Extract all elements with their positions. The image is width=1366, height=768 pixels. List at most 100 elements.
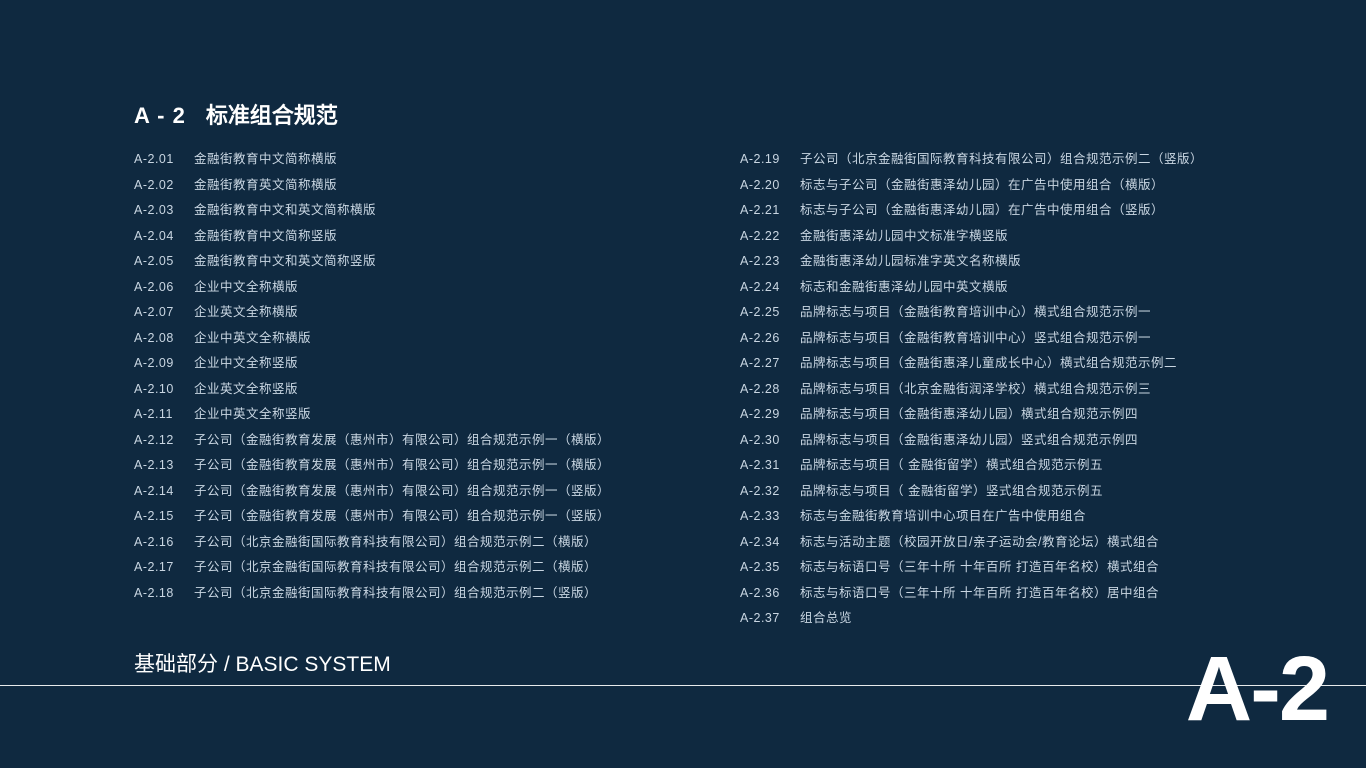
toc-row-number: A-2.02 [134, 178, 180, 192]
toc-row-number: A-2.27 [740, 356, 786, 370]
toc-row-title: 标志与金融街教育培训中心项目在广告中使用组合 [800, 505, 1086, 524]
toc-row: A-2.18 子公司（北京金融街国际教育科技有限公司）组合规范示例二（竖版） [134, 582, 700, 608]
toc-row-title: 品牌标志与项目（金融街惠泽幼儿园）竖式组合规范示例四 [800, 429, 1138, 448]
toc-row-title: 企业中英文全称横版 [194, 327, 311, 346]
toc-column-left: A-2.01金融街教育中文简称横版 A-2.02 金融街教育英文简称横版 A-2.03… [134, 148, 740, 628]
toc-row-number: A-2.20 [740, 178, 786, 192]
toc-row-number: A-2.13 [134, 458, 180, 472]
toc-row: A-2.02 金融街教育英文简称横版 [134, 174, 700, 200]
toc-row-title: 品牌标志与项目（北京金融街润泽学校）横式组合规范示例三 [800, 378, 1151, 397]
toc-row-title: 金融街教育中文和英文简称竖版 [194, 250, 376, 269]
toc-row: A-2.37组合总览 [740, 607, 1306, 633]
section-heading: A - 2 标准组合规范 [134, 98, 338, 130]
toc-row-number: A-2.08 [134, 331, 180, 345]
toc-row-title: 品牌标志与项目（金融街惠泽幼儿园）横式组合规范示例四 [800, 403, 1138, 422]
toc-row-title: 标志和金融街惠泽幼儿园中英文横版 [800, 276, 1008, 295]
toc-row-number: A-2.15 [134, 509, 180, 523]
toc-row-title: 子公司（金融街教育发展（惠州市）有限公司）组合规范示例一（竖版） [194, 505, 610, 524]
toc-row-number: A-2.09 [134, 356, 180, 370]
toc-row: A-2.32品牌标志与项目（ 金融街留学）竖式组合规范示例五 [740, 480, 1306, 506]
toc-row-number: A-2.26 [740, 331, 786, 345]
footer-big-code: A-2 [1186, 650, 1328, 728]
toc-row: A-2.36标志与标语口号（三年十所 十年百所 打造百年名校）居中组合 [740, 582, 1306, 608]
toc-row-number: A-2.06 [134, 280, 180, 294]
toc-row-number: A-2.34 [740, 535, 786, 549]
footer-divider [0, 685, 1366, 686]
toc-row-title: 子公司（北京金融街国际教育科技有限公司）组合规范示例二（竖版） [194, 582, 597, 601]
toc-row: A-2.17 子公司（北京金融街国际教育科技有限公司）组合规范示例二（横版） [134, 556, 700, 582]
toc-row-number: A-2.22 [740, 229, 786, 243]
toc-row: A-2.07企业英文全称横版 [134, 301, 700, 327]
toc-row-number: A-2.23 [740, 254, 786, 268]
toc-row-number: A-2.32 [740, 484, 786, 498]
toc-row-number: A-2.19 [740, 152, 786, 166]
toc-row: A-2.28 品牌标志与项目（北京金融街润泽学校）横式组合规范示例三 [740, 378, 1306, 404]
toc-row-title: 品牌标志与项目（金融街教育培训中心）横式组合规范示例一 [800, 301, 1151, 320]
toc-columns: A-2.01金融街教育中文简称横版 A-2.02 金融街教育英文简称横版 A-2.03… [134, 148, 1306, 628]
toc-row: A-2.27 品牌标志与项目（金融街惠泽儿童成长中心）横式组合规范示例二 [740, 352, 1306, 378]
toc-row-title: 品牌标志与项目（金融街教育培训中心）竖式组合规范示例一 [800, 327, 1151, 346]
toc-row: A-2.15 子公司（金融街教育发展（惠州市）有限公司）组合规范示例一（竖版） [134, 505, 700, 531]
section-code: A - 2 [134, 103, 186, 129]
toc-row: A-2.10 企业英文全称竖版 [134, 378, 700, 404]
toc-row: A-2.22 金融街惠泽幼儿园中文标准字横竖版 [740, 225, 1306, 251]
toc-row-number: A-2.05 [134, 254, 180, 268]
toc-row-number: A-2.17 [134, 560, 180, 574]
toc-row-title: 金融街教育英文简称横版 [194, 174, 337, 193]
toc-row-title: 标志与子公司（金融街惠泽幼儿园）在广告中使用组合（竖版） [800, 199, 1164, 218]
toc-row: A-2.24 标志和金融街惠泽幼儿园中英文横版 [740, 276, 1306, 302]
toc-row-title: 子公司（金融街教育发展（惠州市）有限公司）组合规范示例一（竖版） [194, 480, 610, 499]
toc-row-title: 组合总览 [800, 607, 852, 626]
toc-row-number: A-2.01 [134, 152, 180, 166]
toc-row-title: 品牌标志与项目（ 金融街留学）横式组合规范示例五 [800, 454, 1103, 473]
toc-row-number: A-2.03 [134, 203, 180, 217]
toc-row: A-2.05 金融街教育中文和英文简称竖版 [134, 250, 700, 276]
toc-row-title: 金融街惠泽幼儿园中文标准字横竖版 [800, 225, 1008, 244]
toc-row: A-2.20标志与子公司（金融街惠泽幼儿园）在广告中使用组合（横版） [740, 174, 1306, 200]
toc-row: A-2.03 金融街教育中文和英文简称横版 [134, 199, 700, 225]
toc-row-number: A-2.28 [740, 382, 786, 396]
toc-row-number: A-2.21 [740, 203, 786, 217]
toc-row-number: A-2.11 [134, 407, 180, 421]
toc-row: A-2.11企业中英文全称竖版 [134, 403, 700, 429]
toc-row-title: 金融街教育中文和英文简称横版 [194, 199, 376, 218]
toc-row-title: 品牌标志与项目（金融街惠泽儿童成长中心）横式组合规范示例二 [800, 352, 1177, 371]
toc-row-number: A-2.24 [740, 280, 786, 294]
toc-row: A-2.09 企业中文全称竖版 [134, 352, 700, 378]
toc-row: A-2.16 子公司（北京金融街国际教育科技有限公司）组合规范示例二（横版） [134, 531, 700, 557]
toc-row: A-2.33 标志与金融街教育培训中心项目在广告中使用组合 [740, 505, 1306, 531]
toc-row-title: 金融街教育中文简称竖版 [194, 225, 337, 244]
toc-row-number: A-2.31 [740, 458, 786, 472]
toc-row: A-2.08 企业中英文全称横版 [134, 327, 700, 353]
toc-row-number: A-2.12 [134, 433, 180, 447]
toc-row-title: 子公司（北京金融街国际教育科技有限公司）组合规范示例二（横版） [194, 531, 597, 550]
toc-row: A-2.35标志与标语口号（三年十所 十年百所 打造百年名校）横式组合 [740, 556, 1306, 582]
toc-row-title: 子公司（金融街教育发展（惠州市）有限公司）组合规范示例一（横版） [194, 429, 610, 448]
toc-row: A-2.29 品牌标志与项目（金融街惠泽幼儿园）横式组合规范示例四 [740, 403, 1306, 429]
toc-row: A-2.19 子公司（北京金融街国际教育科技有限公司）组合规范示例二（竖版） [740, 148, 1306, 174]
toc-row-title: 标志与活动主题（校园开放日/亲子运动会/教育论坛）横式组合 [800, 531, 1159, 550]
toc-row-number: A-2.04 [134, 229, 180, 243]
toc-row-title: 企业英文全称竖版 [194, 378, 298, 397]
toc-row: A-2.14子公司（金融街教育发展（惠州市）有限公司）组合规范示例一（竖版） [134, 480, 700, 506]
toc-row-title: 子公司（北京金融街国际教育科技有限公司）组合规范示例二（竖版） [800, 148, 1203, 167]
toc-row: A-2.30 品牌标志与项目（金融街惠泽幼儿园）竖式组合规范示例四 [740, 429, 1306, 455]
toc-row: A-2.01金融街教育中文简称横版 [134, 148, 700, 174]
toc-row-number: A-2.18 [134, 586, 180, 600]
toc-row: A-2.25品牌标志与项目（金融街教育培训中心）横式组合规范示例一 [740, 301, 1306, 327]
toc-row: A-2.26 品牌标志与项目（金融街教育培训中心）竖式组合规范示例一 [740, 327, 1306, 353]
toc-row-title: 子公司（金融街教育发展（惠州市）有限公司）组合规范示例一（横版） [194, 454, 610, 473]
toc-row-number: A-2.10 [134, 382, 180, 396]
toc-row-number: A-2.29 [740, 407, 786, 421]
toc-row-number: A-2.35 [740, 560, 786, 574]
toc-column-right: A-2.19子公司（北京金融街国际教育科技有限公司）组合规范示例二（竖版）A-2… [740, 148, 1306, 628]
toc-row-number: A-2.30 [740, 433, 786, 447]
toc-row: A-2.06 企业中文全称横版 [134, 276, 700, 302]
toc-row-number: A-2.16 [134, 535, 180, 549]
toc-row: A-2.31 品牌标志与项目（ 金融街留学）横式组合规范示例五 [740, 454, 1306, 480]
toc-row-number: A-2.33 [740, 509, 786, 523]
toc-row-title: 企业中文全称竖版 [194, 352, 298, 371]
toc-row-title: 子公司（北京金融街国际教育科技有限公司）组合规范示例二（横版） [194, 556, 597, 575]
toc-row-title: 标志与标语口号（三年十所 十年百所 打造百年名校）居中组合 [800, 582, 1159, 601]
toc-row-title: 企业中文全称横版 [194, 276, 298, 295]
